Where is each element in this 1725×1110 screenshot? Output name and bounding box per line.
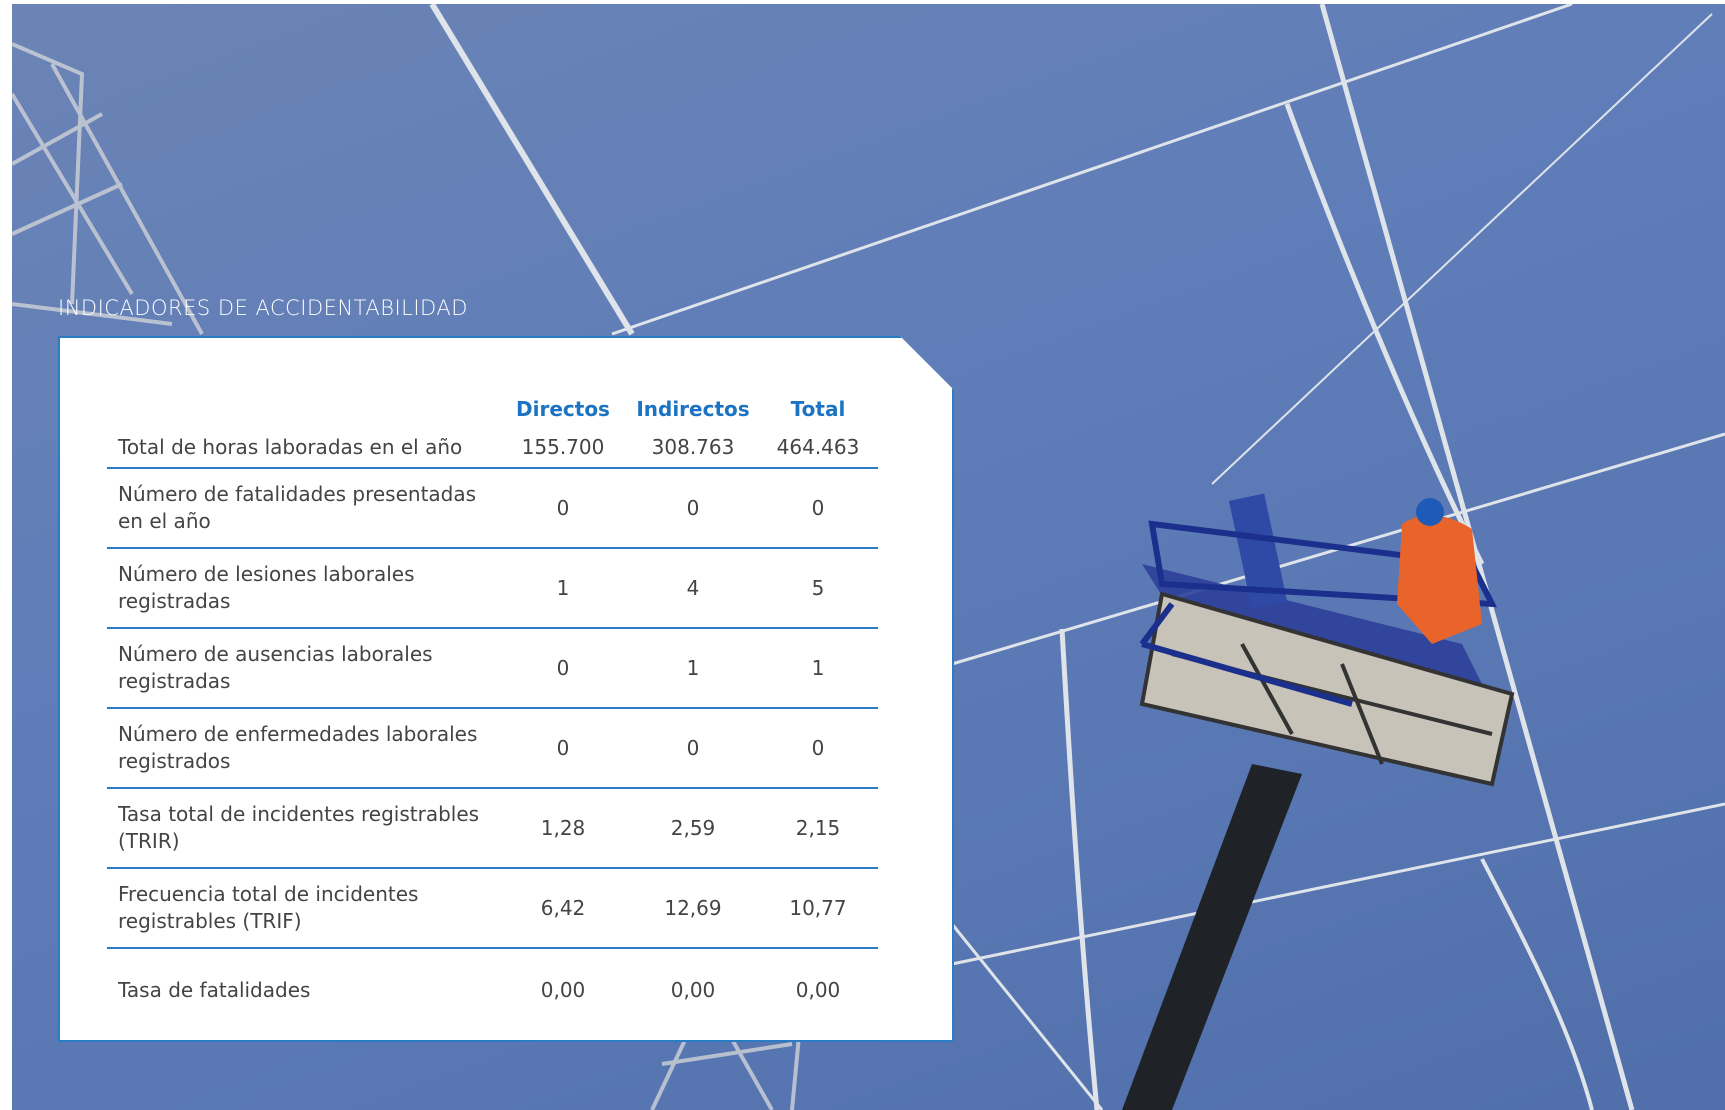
table-row: Tasa total de incidentes registrables (T… (107, 788, 878, 869)
row-label: Número de ausencias laborales registrada… (107, 628, 498, 709)
indicators-card: Directos Indirectos Total Total de horas… (58, 336, 954, 1042)
section-title: INDICADORES DE ACCIDENTABILIDAD (58, 296, 468, 320)
row-label: Número de lesiones laborales registradas (107, 548, 498, 629)
cell-total: 2,15 (758, 788, 878, 869)
cell-indirectos: 0 (628, 468, 758, 549)
cell-directos: 155.700 (498, 427, 628, 469)
cell-directos: 0 (498, 468, 628, 549)
row-label: Tasa de fatalidades (118, 977, 311, 1002)
cell-total: 0 (758, 708, 878, 789)
cell-directos: 1,28 (498, 788, 628, 869)
cell-total: 10,77 (758, 868, 878, 949)
cell-total: 464.463 (758, 427, 878, 469)
cell-indirectos: 308.763 (628, 427, 758, 469)
cell-indirectos: 12,69 (628, 868, 758, 949)
cell-directos: 6,42 (498, 868, 628, 949)
cell-directos: 0,00 (540, 978, 586, 1002)
cell-total: 0,00 (795, 978, 841, 1002)
row-label: Frecuencia total de incidentes registrab… (107, 868, 498, 949)
cell-total: 0 (758, 468, 878, 549)
cell-directos: 0 (498, 708, 628, 789)
table-row: Número de ausencias laborales registrada… (107, 628, 878, 709)
cell-indirectos: 2,59 (628, 788, 758, 869)
header-total: Total (790, 397, 846, 421)
header-indirectos: Indirectos (636, 397, 750, 421)
row-label: Total de horas laboradas en el año (107, 427, 498, 469)
row-label: Tasa total de incidentes registrables (T… (107, 788, 498, 869)
table-row: Total de horas laboradas en el año 155.7… (107, 427, 878, 469)
cell-directos: 1 (498, 548, 628, 629)
row-label: Número de fatalidades presentadas en el … (107, 468, 498, 549)
header-directos: Directos (516, 397, 610, 421)
accident-indicators-table: Directos Indirectos Total Total de horas… (107, 376, 878, 1031)
table-row: Número de lesiones laborales registradas… (107, 548, 878, 629)
table-row: Frecuencia total de incidentes registrab… (107, 868, 878, 949)
cell-directos: 0 (498, 628, 628, 709)
table-header-row: Directos Indirectos Total (107, 376, 878, 427)
table-row: Tasa de fatalidades 0,00 0,00 0,00 (107, 948, 878, 1031)
cell-indirectos: 0 (628, 708, 758, 789)
cell-indirectos: 4 (628, 548, 758, 629)
row-label: Número de enfermedades laborales registr… (107, 708, 498, 789)
header-empty (107, 376, 498, 427)
table-row: Número de enfermedades laborales registr… (107, 708, 878, 789)
cell-total: 1 (758, 628, 878, 709)
table-row: Número de fatalidades presentadas en el … (107, 468, 878, 549)
cell-indirectos: 1 (628, 628, 758, 709)
cell-indirectos: 0,00 (670, 978, 716, 1002)
cell-total: 5 (758, 548, 878, 629)
